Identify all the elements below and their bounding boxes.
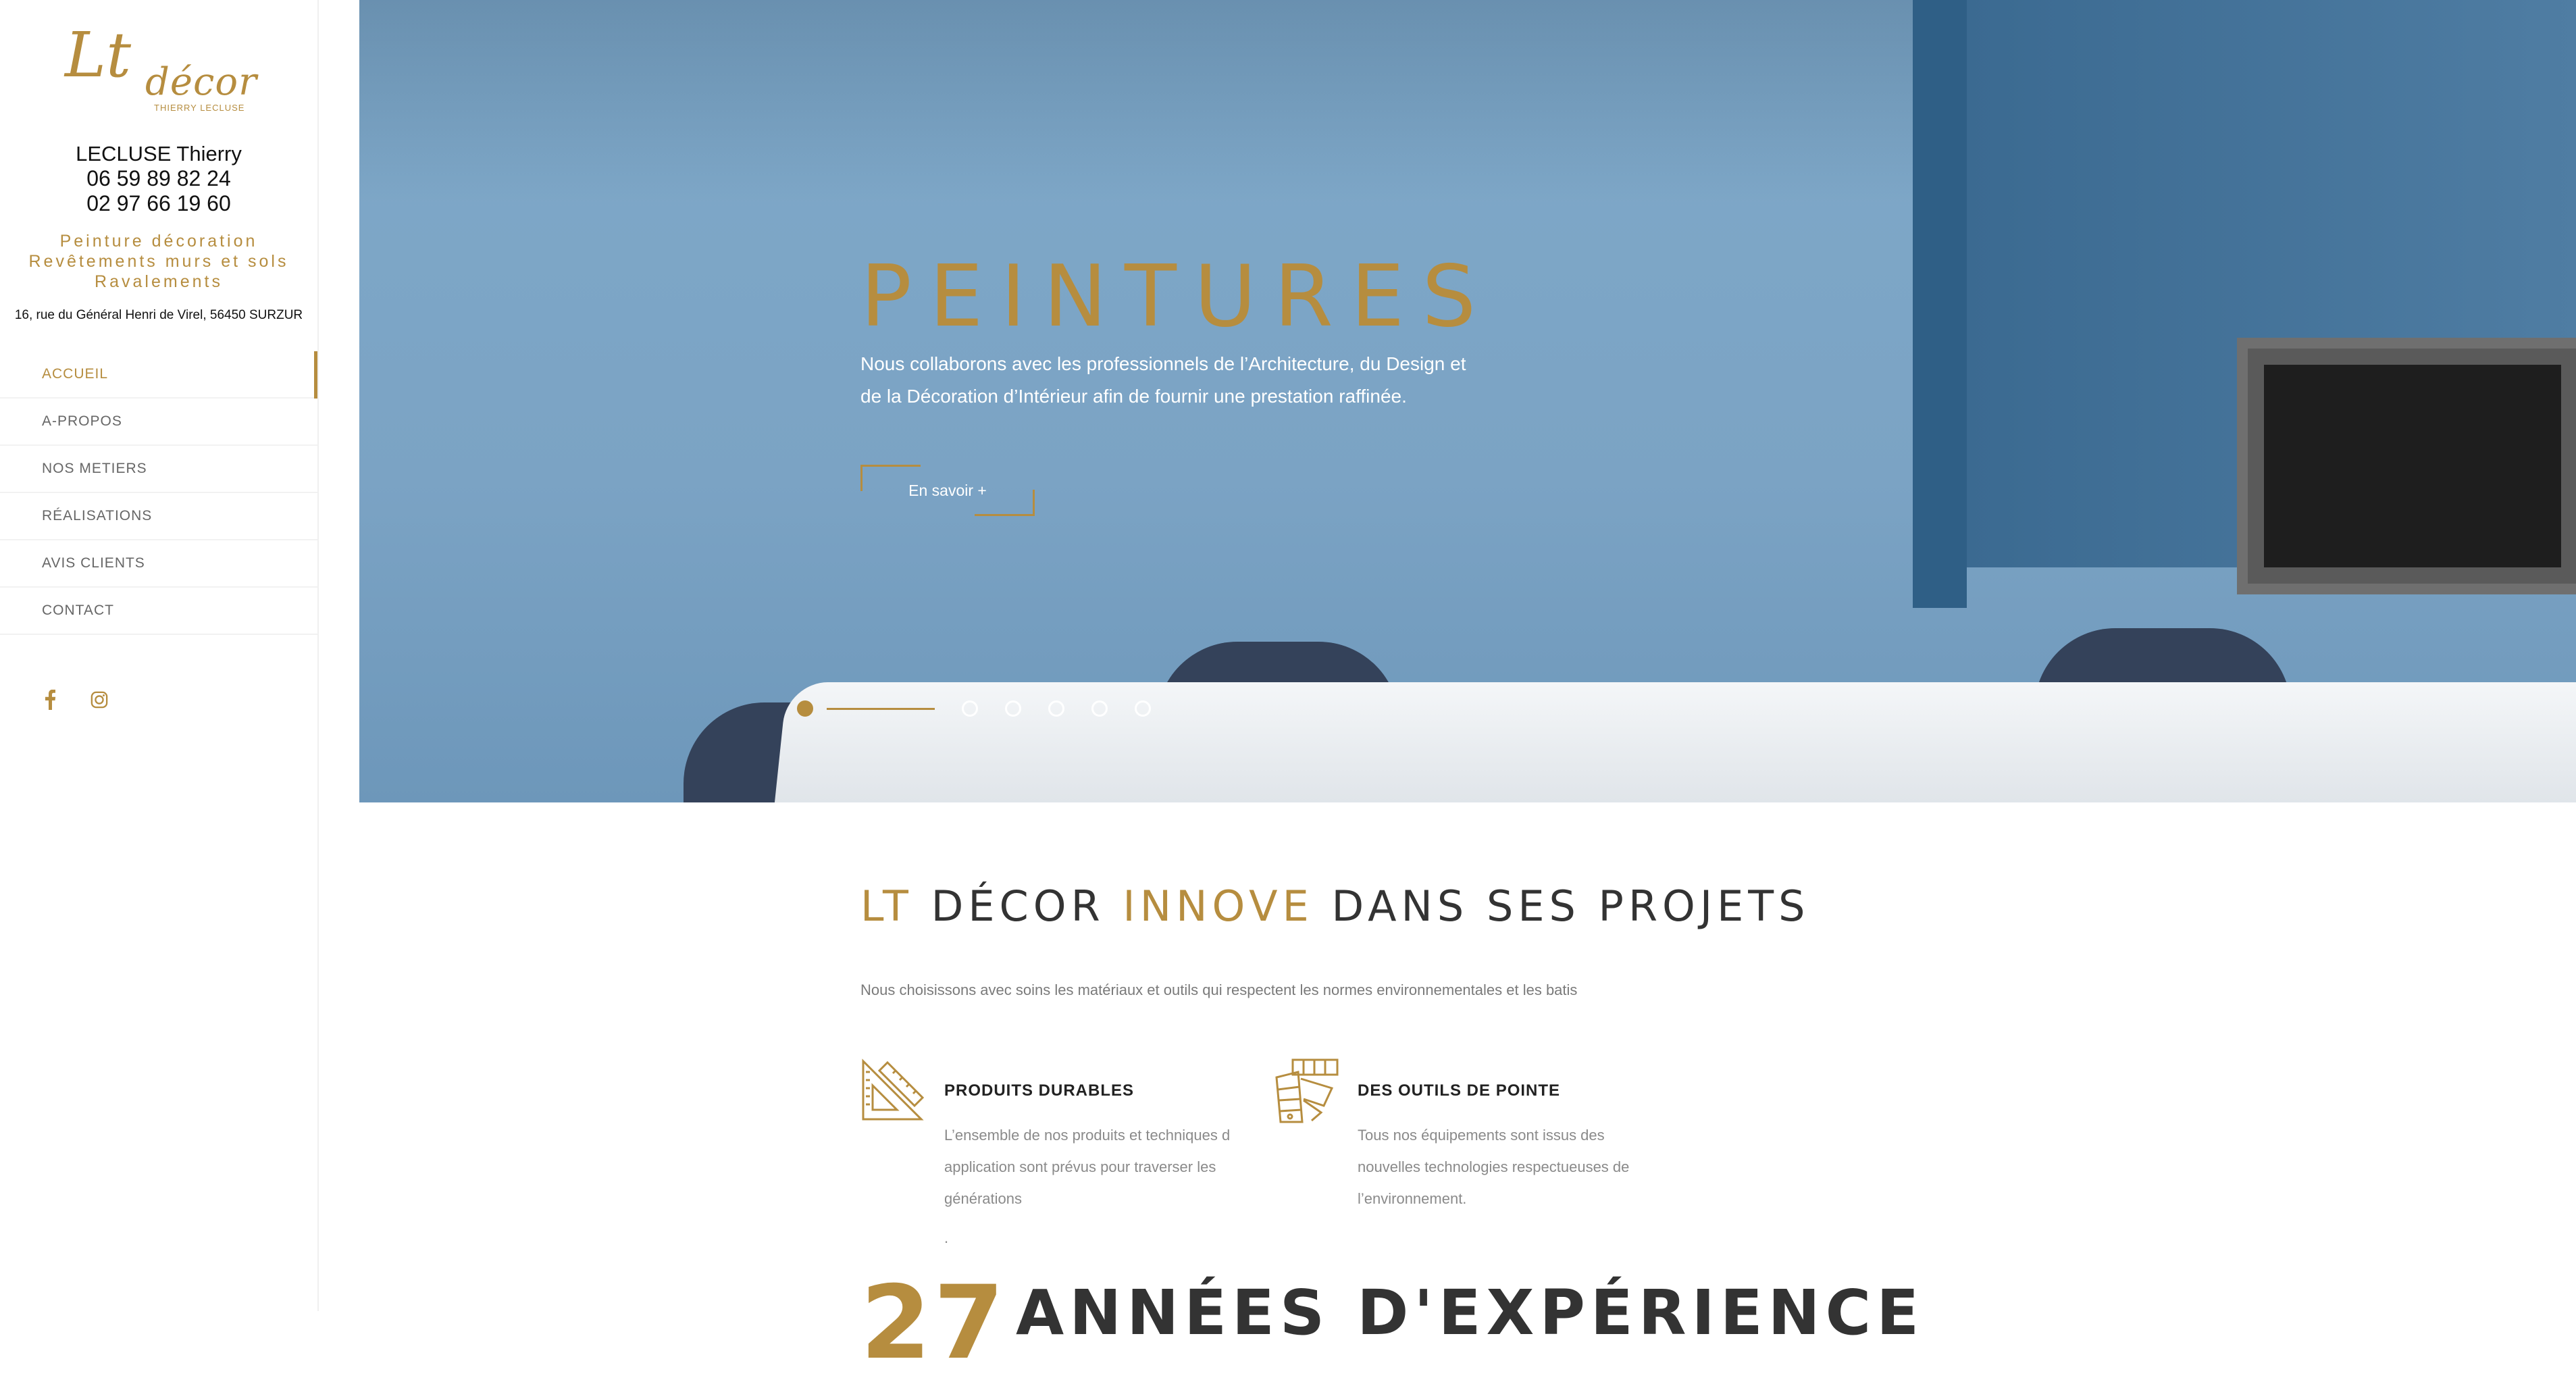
nav-item-avis-clients[interactable]: AVIS CLIENTS <box>0 540 317 588</box>
feature-description: L’ensemble de nos produits et techniques… <box>944 1127 1231 1207</box>
en-savoir-plus-button[interactable]: En savoir + <box>860 465 1035 516</box>
slider-dot[interactable] <box>1135 700 1151 717</box>
stray-dot: . <box>944 1229 949 1246</box>
section-title-innove: INNOVE <box>1123 881 1314 931</box>
slider-dot[interactable] <box>1005 700 1021 717</box>
years-experience-title: ANNÉES D'EXPÉRIENCE <box>1016 1277 1925 1349</box>
slider-pagination <box>797 698 1178 719</box>
social-links <box>42 689 108 711</box>
logo-script: Lt <box>65 19 132 91</box>
section-title-decor: DÉCOR <box>912 881 1123 931</box>
hero-fireplace-inner <box>2264 365 2561 567</box>
drafting-tools-icon <box>860 1058 925 1123</box>
section-description: Nous choisissons avec soins les matériau… <box>860 981 1578 998</box>
hero-wall-beam <box>1913 0 1967 608</box>
service-item: Revêtements murs et sols <box>28 252 289 271</box>
color-swatches-icon <box>1274 1058 1339 1123</box>
section-title-rest: DANS SES PROJETS <box>1313 881 1810 931</box>
section-title-lt: LT <box>860 881 913 931</box>
instagram-icon[interactable] <box>91 689 108 711</box>
hero-title: PEINTURES <box>860 247 1494 346</box>
main-nav: ACCUEIL A-PROPOS NOS METIERS RÉALISATION… <box>0 351 317 635</box>
nav-item-contact[interactable]: CONTACT <box>0 588 317 635</box>
address: 16, rue du Général Henri de Virel, 56450… <box>14 308 303 322</box>
facebook-icon[interactable] <box>42 689 59 711</box>
sidebar: Lt décor THIERRY LECLUSE LECLUSE Thierry… <box>0 0 319 1311</box>
logo-subtitle: THIERRY LECLUSE <box>154 103 245 113</box>
nav-item-nos-metiers[interactable]: NOS METIERS <box>0 446 317 493</box>
feature-title: PRODUITS DURABLES <box>944 1081 1135 1100</box>
service-item: Ravalements <box>95 272 223 291</box>
logo[interactable]: Lt décor THIERRY LECLUSE <box>61 24 257 119</box>
hero-text: Nous collaborons avec les professionnels… <box>860 353 1466 407</box>
slider-progress-line <box>827 707 935 710</box>
slider-dot-active[interactable] <box>797 700 813 717</box>
section-title: LT DÉCOR INNOVE DANS SES PROJETS <box>860 881 1810 931</box>
slider-dot[interactable] <box>962 700 978 717</box>
contact-phone-2[interactable]: 02 97 66 19 60 <box>0 191 317 216</box>
services-list: Peinture décoration Revêtements murs et … <box>0 231 317 292</box>
nav-item-accueil[interactable]: ACCUEIL <box>0 351 317 399</box>
feature-title: DES OUTILS DE POINTE <box>1358 1081 1561 1100</box>
slider-dot[interactable] <box>1091 700 1108 717</box>
years-number: 27 <box>860 1264 1007 1382</box>
contact-name: LECLUSE Thierry <box>76 142 242 165</box>
nav-item-a-propos[interactable]: A-PROPOS <box>0 399 317 446</box>
logo-word: décor <box>145 60 257 104</box>
service-item: Peinture décoration <box>59 232 258 251</box>
contact-phone-1[interactable]: 06 59 89 82 24 <box>0 166 317 191</box>
feature-description: Tous nos équipements sont issus des nouv… <box>1358 1127 1630 1207</box>
nav-item-realisations[interactable]: RÉALISATIONS <box>0 493 317 540</box>
slider-dot[interactable] <box>1048 700 1064 717</box>
